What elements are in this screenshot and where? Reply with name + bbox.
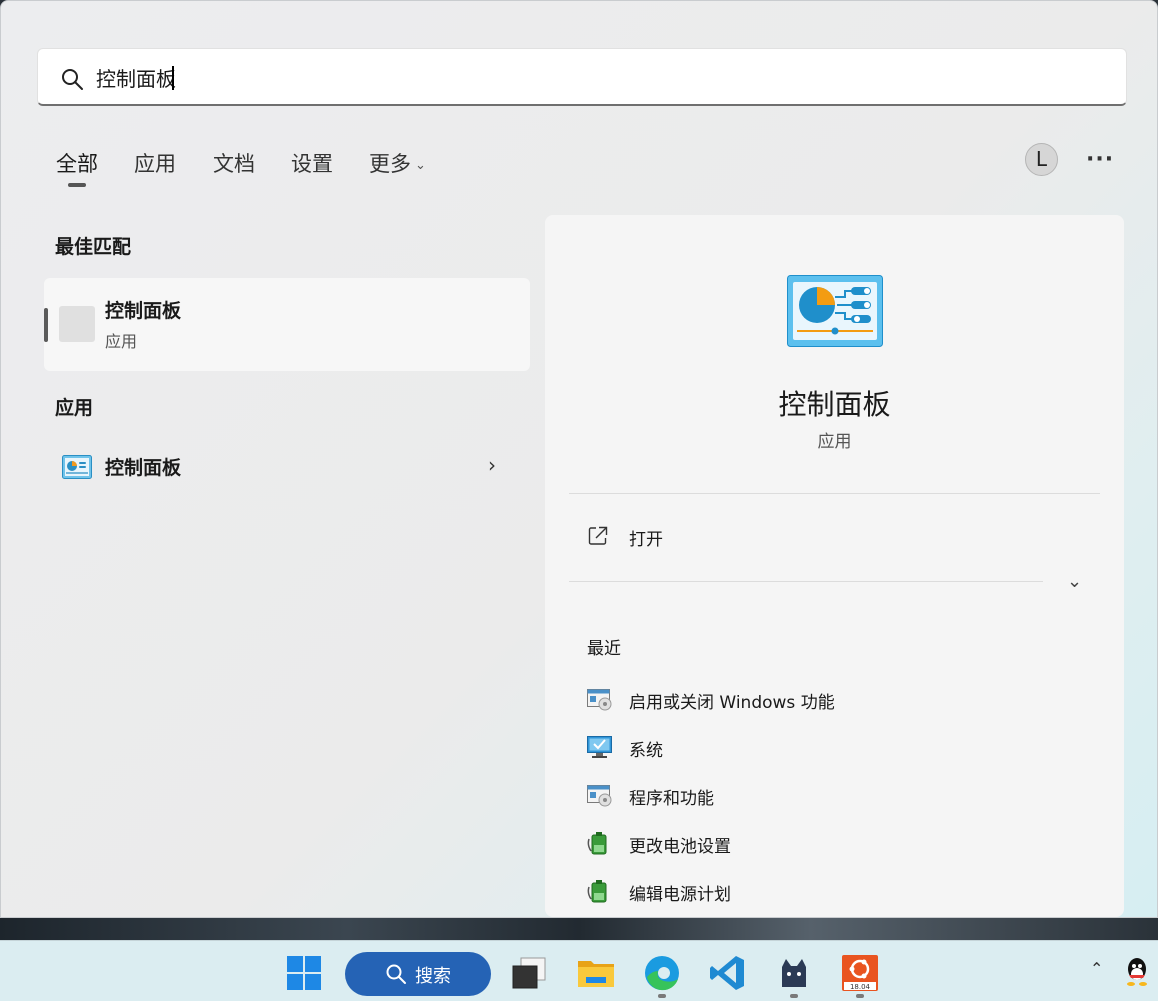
best-match-type: 应用	[105, 332, 138, 351]
tab-more[interactable]: 更多 ⌄	[369, 148, 426, 178]
search-icon	[386, 964, 406, 984]
control-panel-large-icon	[787, 275, 883, 347]
programs-icon	[587, 689, 612, 711]
recent-item[interactable]: 编辑电源计划	[587, 875, 1087, 909]
taskbar-search-label: 搜索	[415, 966, 451, 987]
tab-apps[interactable]: 应用	[134, 148, 176, 178]
running-indicator	[790, 994, 798, 998]
text-caret	[172, 66, 174, 90]
active-tab-indicator	[68, 183, 86, 187]
search-icon	[62, 69, 83, 90]
edge-browser-icon[interactable]	[642, 953, 682, 993]
recent-item[interactable]: 系统	[587, 731, 1087, 765]
recent-item-label: 编辑电源计划	[629, 885, 731, 905]
recent-item-label: 更改电池设置	[629, 837, 731, 857]
windows-start-icon[interactable]	[284, 953, 324, 993]
open-external-icon	[588, 526, 608, 545]
selection-indicator	[44, 308, 48, 342]
ubuntu-vm-icon[interactable]: 18.04	[840, 953, 880, 993]
best-match-name: 控制面板	[105, 300, 182, 322]
recent-item-label: 程序和功能	[629, 789, 714, 809]
running-indicator	[658, 994, 666, 998]
power-battery-icon	[587, 880, 607, 903]
app-placeholder-icon	[59, 306, 95, 342]
chevron-up-icon[interactable]: ⌃	[1090, 959, 1103, 978]
detail-title: 控制面板	[778, 388, 891, 421]
open-action[interactable]: 打开	[569, 515, 1099, 557]
tab-settings[interactable]: 设置	[291, 148, 333, 178]
chevron-down-icon: ⌄	[415, 157, 426, 173]
search-panel: 全部 应用 文档 设置 更多⌄ L ··· 最佳匹配 控制面板 应用 应用 控制…	[0, 0, 1158, 918]
power-battery-icon	[587, 832, 607, 855]
system-monitor-icon	[587, 736, 612, 758]
apps-heading: 应用	[55, 397, 94, 419]
app-result-name: 控制面板	[105, 457, 182, 479]
recent-item-label: 启用或关闭 Windows 功能	[629, 693, 835, 713]
avatar[interactable]: L	[1025, 143, 1058, 176]
recent-heading: 最近	[587, 639, 621, 659]
control-panel-icon	[62, 455, 92, 479]
divider	[569, 581, 1043, 582]
chevron-down-icon[interactable]: ⌄	[1067, 571, 1082, 592]
recent-item[interactable]: 更改电池设置	[587, 827, 1087, 861]
programs-icon	[587, 785, 612, 807]
open-label: 打开	[629, 530, 663, 550]
cat-app-icon[interactable]	[774, 953, 814, 993]
taskbar: 搜索 18.04 ⌃	[0, 940, 1158, 1001]
search-box[interactable]	[37, 48, 1127, 106]
chevron-right-icon[interactable]: ›	[488, 453, 496, 477]
tab-documents[interactable]: 文档	[213, 148, 255, 178]
task-view-icon[interactable]	[509, 953, 549, 993]
best-match-heading: 最佳匹配	[55, 236, 132, 258]
best-match-item[interactable]: 控制面板 应用	[44, 278, 530, 371]
more-options-button[interactable]: ···	[1086, 147, 1114, 172]
recent-item[interactable]: 启用或关闭 Windows 功能	[587, 683, 1087, 717]
tab-all[interactable]: 全部	[56, 148, 98, 178]
detail-panel: 控制面板 应用 打开 ⌄ 最近 启用或关闭 Windows 功能 系统 程序和功…	[545, 215, 1124, 917]
search-input[interactable]	[96, 61, 1076, 93]
recent-item[interactable]: 程序和功能	[587, 779, 1087, 813]
taskbar-search-button[interactable]: 搜索	[345, 952, 491, 996]
detail-subtitle: 应用	[817, 432, 852, 452]
vscode-icon[interactable]	[708, 953, 748, 993]
qq-icon[interactable]	[1120, 955, 1154, 989]
tab-more-label: 更多	[369, 152, 411, 176]
running-indicator	[856, 994, 864, 998]
app-result-item[interactable]: 控制面板 ›	[44, 441, 530, 493]
ubuntu-version-badge: 18.04	[850, 983, 871, 991]
divider	[569, 493, 1100, 494]
recent-item-label: 系统	[629, 741, 663, 761]
file-explorer-icon[interactable]	[576, 953, 616, 993]
